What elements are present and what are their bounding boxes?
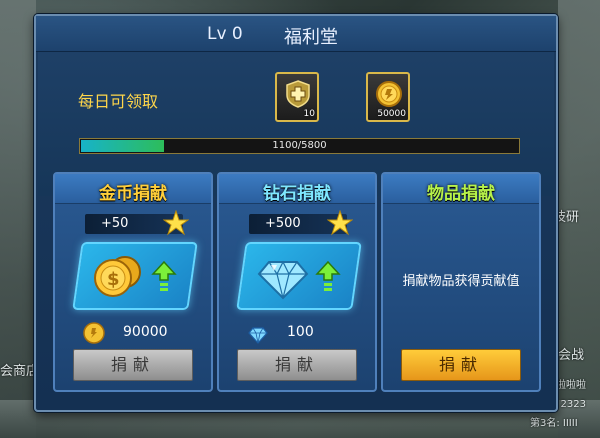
- daily-reward-label: 每日可领取: [78, 92, 159, 111]
- contribution-bonus: +500: [249, 210, 353, 236]
- background-label: 第3名: IIIII: [530, 418, 578, 429]
- donate-diamond-button[interactable]: 捐献: [237, 349, 357, 381]
- bonus-value: +500: [265, 216, 301, 231]
- diamond-donation-card: 钻石捐献 +500 100 捐献: [217, 172, 377, 392]
- svg-text:$: $: [107, 269, 120, 290]
- gold-coin-icon: [83, 322, 105, 344]
- bonus-value: +50: [101, 216, 129, 231]
- item-donation-description: 捐献物品获得贡献值: [402, 274, 520, 289]
- card-header: 物品捐献: [383, 174, 539, 204]
- cost-value: 90000: [123, 324, 168, 340]
- gold-donation-card: 金币捐献 +50 $ 90000 捐献: [53, 172, 213, 392]
- gold-coins-icon: $: [94, 256, 141, 297]
- star-icon: [327, 210, 353, 236]
- level-label: Lv 0: [207, 24, 243, 44]
- page-title: 福利堂: [284, 27, 338, 48]
- card-header: 金币捐献: [55, 174, 211, 204]
- card-title: 物品捐献: [427, 184, 495, 204]
- card-header: 钻石捐献: [219, 174, 375, 204]
- up-arrow-icon: [151, 260, 177, 291]
- contribution-bonus: +50: [85, 210, 189, 236]
- daily-reward-medal[interactable]: 10: [275, 72, 319, 122]
- donate-gold-button[interactable]: 捐献: [73, 349, 193, 381]
- gold-coin-icon: [376, 81, 402, 107]
- progress-text: 1100/5800: [272, 140, 327, 151]
- medal-icon: [286, 80, 310, 108]
- star-icon: [163, 210, 189, 236]
- diamond-icon: [257, 260, 309, 300]
- card-title: 金币捐献: [99, 184, 167, 204]
- daily-reward-gold[interactable]: 50000: [366, 72, 410, 122]
- item-donation-card: 物品捐献 捐献物品获得贡献值 捐献: [381, 172, 541, 392]
- reward-quantity: 10: [303, 109, 315, 119]
- background-label: 会战: [558, 348, 585, 363]
- reward-quantity: 50000: [377, 109, 406, 119]
- cost-value: 100: [287, 324, 314, 340]
- donate-items-button[interactable]: 捐献: [401, 349, 521, 381]
- up-arrow-icon: [315, 260, 341, 291]
- card-title: 钻石捐献: [263, 184, 331, 204]
- contribution-progress-bar: 1100/5800: [79, 138, 520, 154]
- diamond-icon: [248, 327, 268, 344]
